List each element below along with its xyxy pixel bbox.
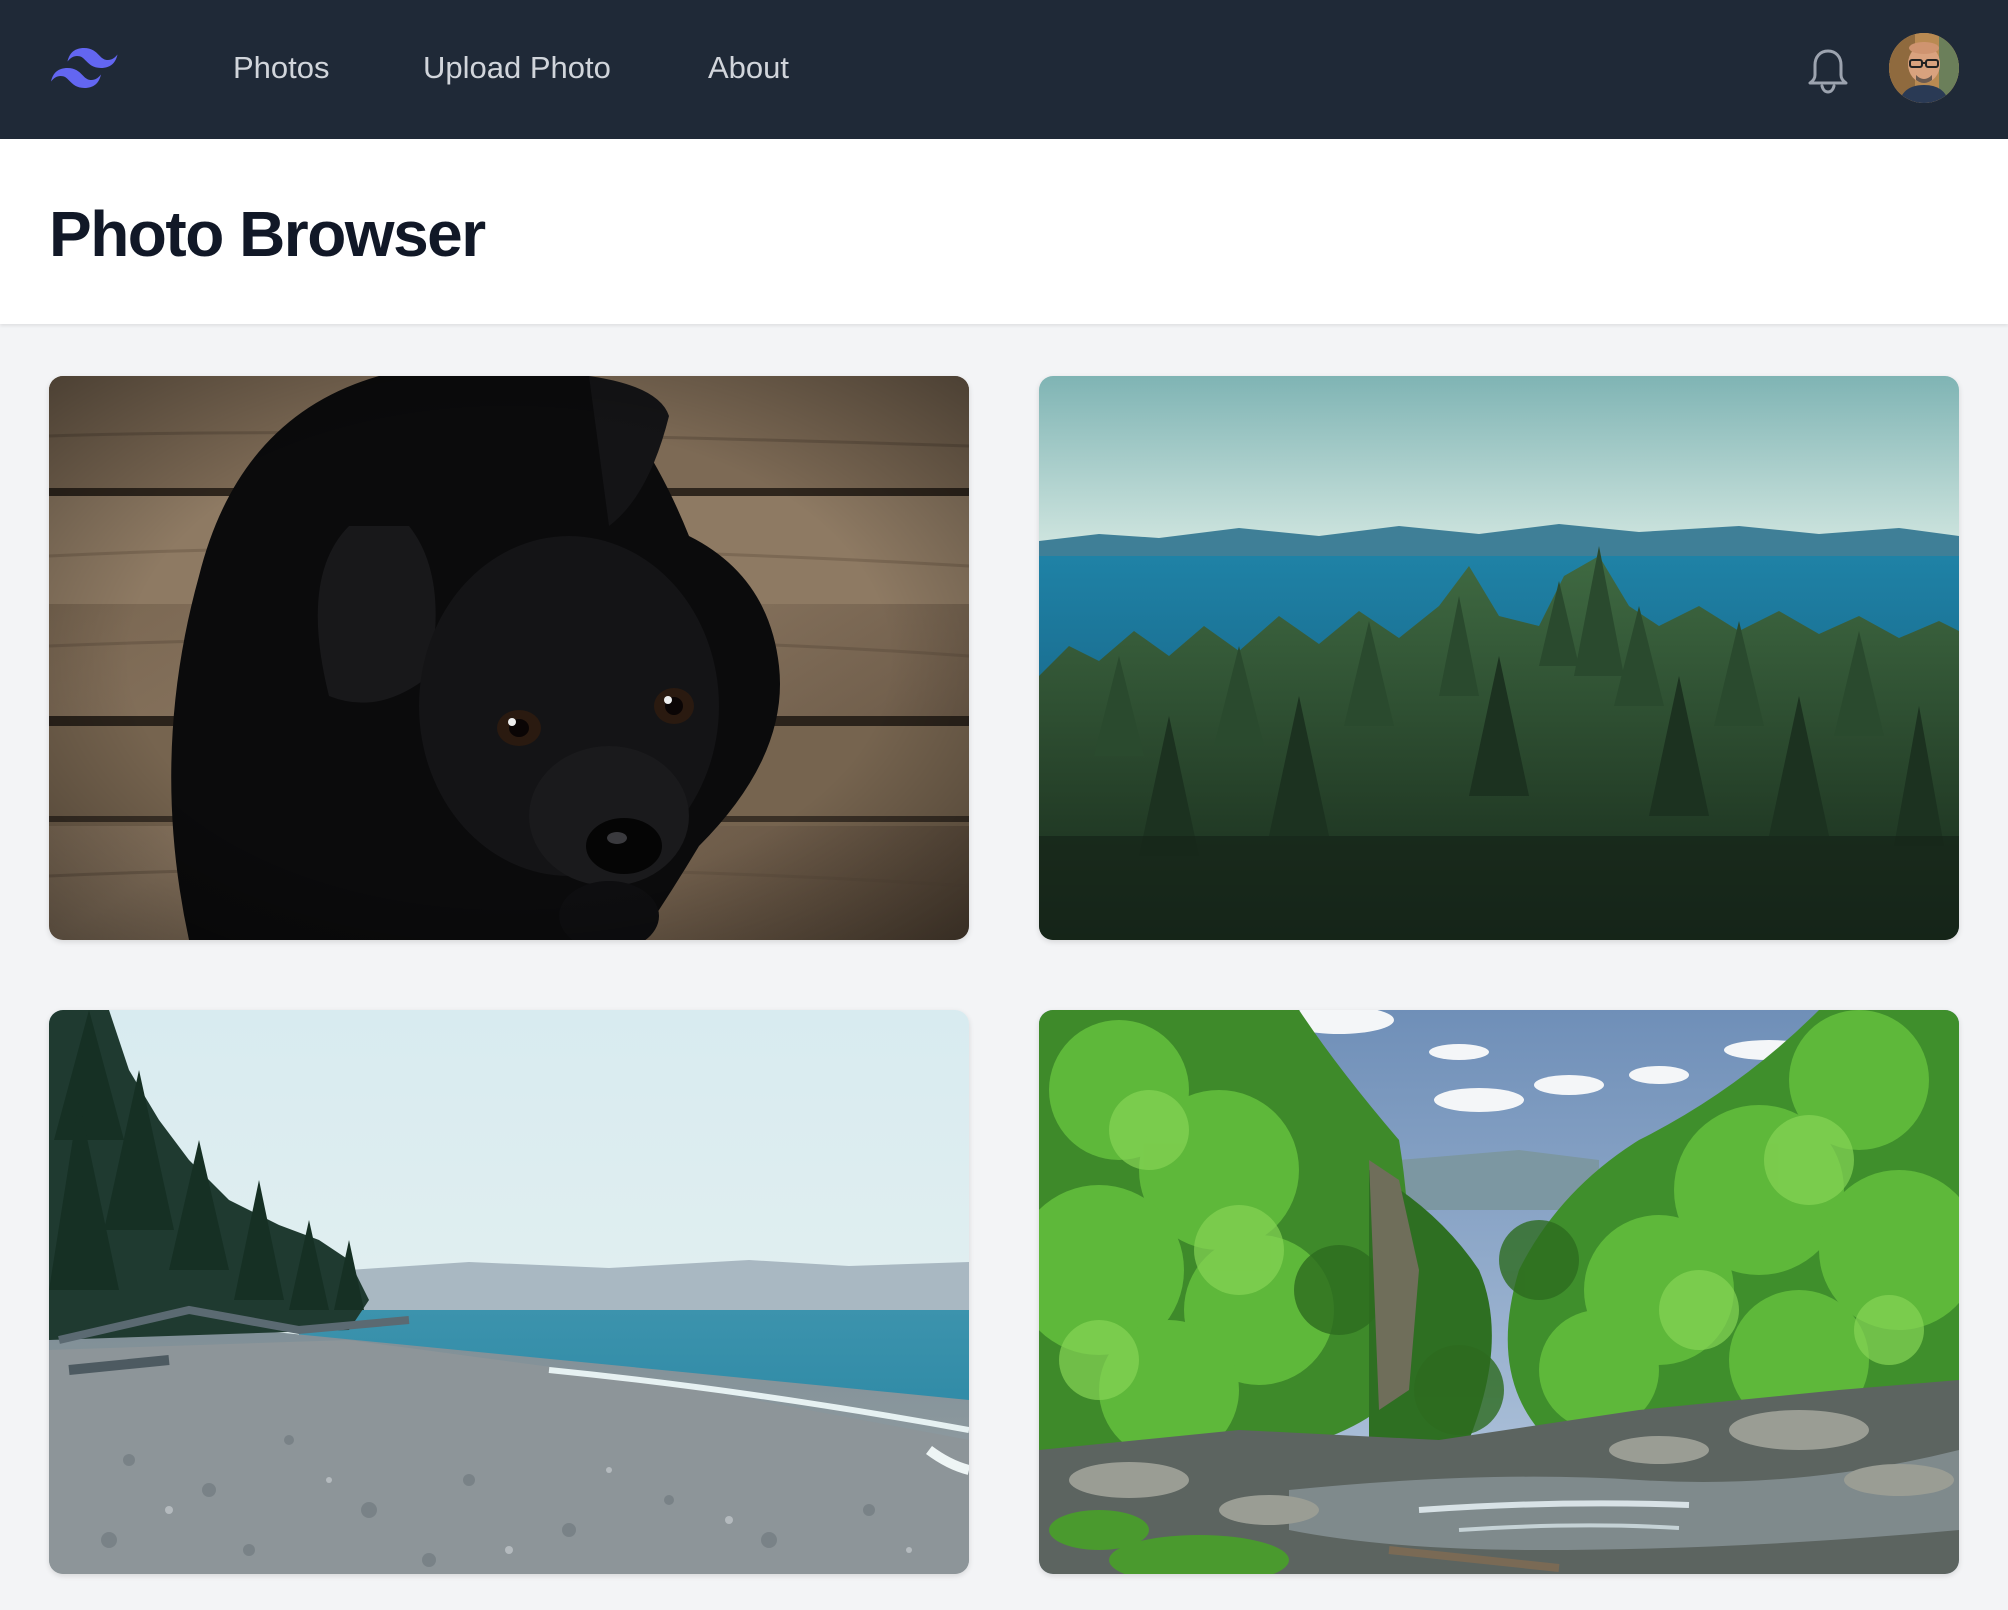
photo-card-green-forest[interactable] [1039, 1010, 1959, 1574]
page-header: Photo Browser [0, 139, 2008, 324]
top-navbar: Photos Upload Photo About [0, 0, 2008, 139]
avatar[interactable] [1889, 33, 1959, 103]
nav-link-upload-photo[interactable]: Upload Photo [423, 40, 611, 96]
photo-card-beach[interactable] [49, 1010, 969, 1574]
tailwind-logo-icon[interactable] [50, 44, 118, 94]
page-title: Photo Browser [49, 198, 486, 270]
photo-card-puppy[interactable] [49, 376, 969, 940]
nav-link-about[interactable]: About [708, 40, 789, 96]
nav-link-photos[interactable]: Photos [233, 40, 330, 96]
photo-card-forest-sea[interactable] [1039, 376, 1959, 940]
bell-icon[interactable] [1805, 46, 1851, 94]
